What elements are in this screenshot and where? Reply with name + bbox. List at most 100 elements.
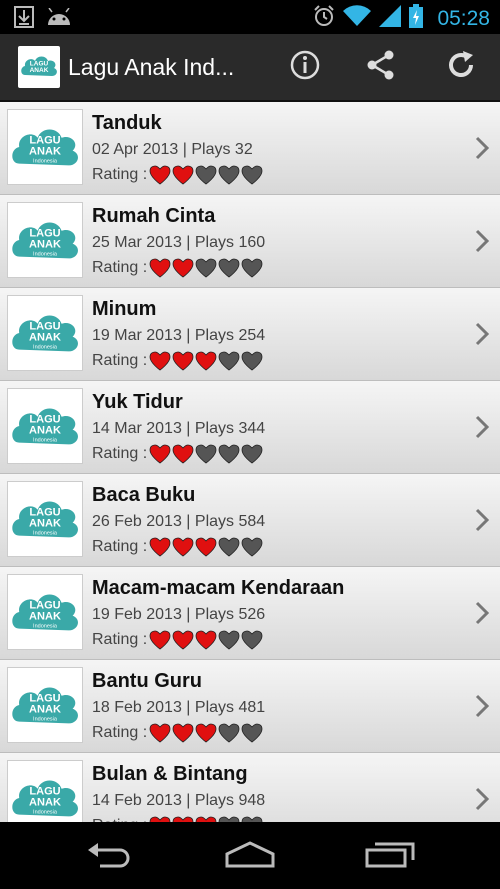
chevron-right-icon: [475, 415, 490, 439]
heart-filled-icon: [172, 630, 194, 650]
lagu-anak-logo: LAGU ANAK Indonesia: [12, 222, 78, 259]
rating-label: Rating :: [92, 724, 148, 741]
heart-filled-icon: [149, 444, 171, 464]
rating-hearts: [149, 165, 264, 185]
heart-empty-icon: [241, 258, 263, 278]
song-rating: Rating :: [92, 444, 264, 464]
heart-empty-icon: [241, 630, 263, 650]
lagu-anak-logo: LAGU ANAK Indonesia: [12, 780, 78, 817]
song-rating: Rating :: [92, 537, 264, 557]
song-meta: 14 Feb 2013 | Plays 948: [92, 792, 266, 809]
share-button[interactable]: [361, 47, 401, 87]
lagu-anak-logo: LAGU ANAK Indonesia: [12, 315, 78, 352]
heart-filled-icon: [172, 723, 194, 743]
action-bar: LAGU ANAK Lagu Anak Ind...: [0, 34, 500, 102]
heart-empty-icon: [218, 723, 240, 743]
logo-line3: Indonesia: [33, 810, 58, 816]
song-thumbnail: LAGU ANAK Indonesia: [7, 760, 83, 822]
logo-line3: Indonesia: [33, 159, 58, 165]
status-bar: 05:28: [0, 0, 500, 34]
rating-label: Rating :: [92, 538, 148, 555]
download-icon: [14, 6, 34, 33]
song-thumbnail: LAGU ANAK Indonesia: [7, 667, 83, 743]
rating-hearts: [149, 537, 264, 557]
heart-filled-icon: [149, 351, 171, 371]
home-button[interactable]: [220, 838, 280, 874]
list-item[interactable]: LAGU ANAK Indonesia Yuk Tidur 14 Mar 201…: [0, 381, 500, 473]
heart-empty-icon: [218, 165, 240, 185]
lagu-anak-logo: LAGU ANAK Indonesia: [12, 408, 78, 445]
refresh-button[interactable]: [441, 47, 481, 87]
back-icon: [86, 840, 134, 873]
heart-empty-icon: [241, 537, 263, 557]
song-rating: Rating :: [92, 723, 264, 743]
alarm-icon: [313, 5, 335, 32]
chevron-right-icon: [475, 601, 490, 625]
chevron-right-icon: [475, 229, 490, 253]
heart-filled-icon: [172, 258, 194, 278]
rating-label: Rating :: [92, 445, 148, 462]
logo-line3: Indonesia: [33, 717, 58, 723]
heart-filled-icon: [172, 351, 194, 371]
song-thumbnail: LAGU ANAK Indonesia: [7, 202, 83, 278]
heart-filled-icon: [195, 723, 217, 743]
list-item[interactable]: LAGU ANAK Indonesia Minum 19 Mar 2013 | …: [0, 288, 500, 380]
heart-filled-icon: [195, 630, 217, 650]
lagu-anak-logo: LAGU ANAK Indonesia: [12, 501, 78, 538]
heart-empty-icon: [241, 351, 263, 371]
logo-line2: ANAK: [29, 238, 61, 250]
logo-line3: Indonesia: [33, 531, 58, 537]
song-rating: Rating :: [92, 258, 264, 278]
song-rating: Rating :: [92, 165, 264, 185]
logo-line1: LAGU: [30, 61, 49, 68]
info-button[interactable]: [285, 47, 325, 87]
heart-filled-icon: [149, 165, 171, 185]
list-item[interactable]: LAGU ANAK Indonesia Baca Buku 26 Feb 201…: [0, 474, 500, 566]
song-meta: 26 Feb 2013 | Plays 584: [92, 513, 266, 530]
logo-line2: ANAK: [29, 424, 61, 436]
song-title: Minum: [92, 298, 157, 320]
song-list[interactable]: LAGU ANAK Indonesia Tanduk 02 Apr 2013 |…: [0, 102, 500, 822]
chevron-right-icon: [475, 136, 490, 160]
navigation-bar: [0, 822, 500, 889]
song-title: Bulan & Bintang: [92, 763, 248, 785]
rating-label: Rating :: [92, 166, 148, 183]
app-title: Lagu Anak Ind...: [68, 54, 235, 80]
heart-filled-icon: [172, 537, 194, 557]
heart-filled-icon: [195, 351, 217, 371]
heart-filled-icon: [149, 537, 171, 557]
recent-apps-button[interactable]: [360, 838, 420, 874]
list-item[interactable]: LAGU ANAK Indonesia Bantu Guru 18 Feb 20…: [0, 660, 500, 752]
song-meta: 18 Feb 2013 | Plays 481: [92, 699, 266, 716]
song-title: Bantu Guru: [92, 670, 202, 692]
logo-line2: ANAK: [29, 517, 61, 529]
heart-empty-icon: [241, 165, 263, 185]
song-title: Rumah Cinta: [92, 205, 216, 227]
back-button[interactable]: [80, 838, 140, 874]
lagu-anak-logo: LAGU ANAK Indonesia: [12, 594, 78, 631]
logo-line3: Indonesia: [33, 345, 58, 351]
list-item[interactable]: LAGU ANAK Indonesia Tanduk 02 Apr 2013 |…: [0, 102, 500, 194]
logo-line3: Indonesia: [33, 624, 58, 630]
logo-line2: ANAK: [29, 796, 61, 808]
chevron-right-icon: [475, 508, 490, 532]
wifi-icon: [343, 5, 372, 32]
song-thumbnail: LAGU ANAK Indonesia: [7, 574, 83, 650]
song-rating: Rating :: [92, 351, 264, 371]
battery-charging-icon: [409, 4, 424, 33]
heart-filled-icon: [172, 444, 194, 464]
heart-filled-icon: [149, 630, 171, 650]
logo-line3: Indonesia: [33, 252, 58, 258]
list-item[interactable]: LAGU ANAK Indonesia Macam-macam Kendaraa…: [0, 567, 500, 659]
rating-hearts: [149, 258, 264, 278]
list-item[interactable]: LAGU ANAK Indonesia Bulan & Bintang 14 F…: [0, 753, 500, 822]
heart-empty-icon: [195, 165, 217, 185]
app-logo[interactable]: LAGU ANAK: [18, 46, 60, 88]
list-item[interactable]: LAGU ANAK Indonesia Rumah Cinta 25 Mar 2…: [0, 195, 500, 287]
chevron-right-icon: [475, 694, 490, 718]
song-thumbnail: LAGU ANAK Indonesia: [7, 109, 83, 185]
logo-line2: ANAK: [29, 703, 61, 715]
heart-empty-icon: [218, 258, 240, 278]
recent-apps-icon: [365, 840, 415, 873]
chevron-right-icon: [475, 322, 490, 346]
